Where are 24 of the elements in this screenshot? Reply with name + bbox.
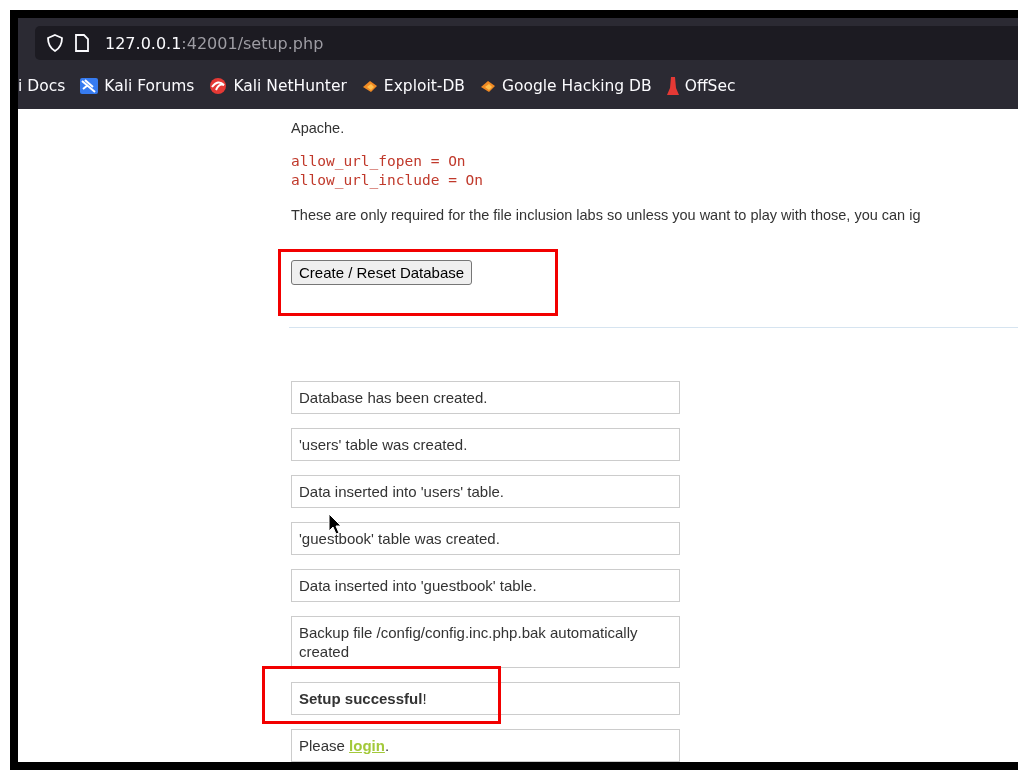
status-message: 'guestbook' table was created. — [291, 522, 680, 555]
bookmark[interactable]: i Docs — [18, 77, 66, 95]
page-icon — [75, 34, 89, 52]
swirl-icon — [208, 77, 229, 95]
bookmark[interactable]: Google Hacking DB — [479, 77, 652, 95]
status-message: Please login. — [291, 729, 680, 762]
status-message: Data inserted into 'users' table. — [291, 475, 680, 508]
tower-icon — [665, 76, 680, 96]
bookmark[interactable]: Kali Forums — [79, 77, 195, 95]
create-database-button[interactable]: Create / Reset Database — [291, 260, 473, 285]
note-text: These are only required for the file inclusion labs so unless you want to play with those, you can ig — [291, 206, 922, 225]
status-message: Database has been created. — [291, 381, 680, 414]
config-line: allow_url_include = On — [291, 171, 485, 190]
intro-text: Apache. — [291, 119, 346, 138]
bookmark[interactable]: Kali NetHunter — [208, 77, 347, 95]
address-bar[interactable]: 127.0.0.1:42001/setup.php — [35, 26, 1018, 60]
mouse-pointer-icon — [328, 513, 342, 535]
bookmark[interactable]: Exploit-DB — [360, 77, 465, 95]
config-line: allow_url_fopen = On — [291, 152, 467, 171]
status-message: 'users' table was created. — [291, 428, 680, 461]
status-message: Data inserted into 'guestbook' table. — [291, 569, 680, 602]
shield-icon — [47, 34, 63, 52]
bookmark[interactable]: OffSec — [665, 76, 736, 96]
status-message: Backup file /config/config.inc.php.bak automatically created — [291, 616, 680, 668]
